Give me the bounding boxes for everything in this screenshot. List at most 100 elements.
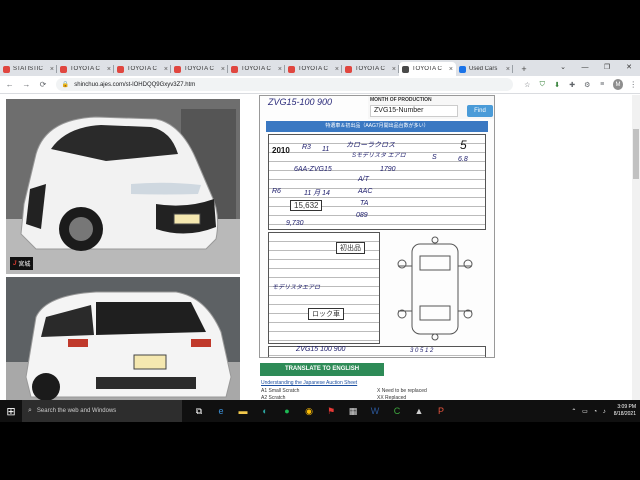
- sheet-ac: AAC: [358, 188, 373, 195]
- extensions-menu-icon[interactable]: ⚙: [581, 78, 594, 91]
- tab-close-icon[interactable]: ×: [50, 66, 54, 73]
- page-scrollbar[interactable]: [632, 95, 640, 422]
- tab-close-icon[interactable]: ×: [221, 66, 225, 73]
- photos-icon[interactable]: ▲: [408, 400, 430, 422]
- tab-close-icon[interactable]: ×: [164, 66, 168, 73]
- tab-favicon-icon: [288, 65, 295, 73]
- tab-label: Used Cars: [469, 66, 498, 72]
- tab-label: TOYOTA C: [127, 66, 157, 72]
- sheet-model: カローラクロス: [346, 142, 395, 149]
- tabs: STATISTIC × TOYOTA C × TOYOTA C × TOYOTA C × TOY…: [0, 60, 513, 76]
- powerpoint-icon[interactable]: P: [430, 400, 452, 422]
- browser-tab[interactable]: TOYOTA C ×: [57, 62, 114, 76]
- browser-tab[interactable]: TOYOTA C ×: [342, 62, 399, 76]
- browser-tab[interactable]: TOYOTA C ×: [171, 62, 228, 76]
- edge-chromium-icon[interactable]: ◐: [254, 400, 276, 422]
- address-bar[interactable]: 🔒 shinchuo.ajes.com/st-lOHDQQ9Gxyv3Z7.ht…: [55, 78, 513, 91]
- sheet-chassis-small: TA: [360, 200, 369, 207]
- reload-button[interactable]: ⟳: [36, 78, 50, 92]
- chrome-icon[interactable]: ◉: [298, 400, 320, 422]
- back-button[interactable]: ←: [3, 78, 17, 92]
- legend-a1: A1 Small Scratch: [261, 388, 300, 394]
- auction-sheet[interactable]: ZVG15-100 900 MONTH OF PRODUCTION ZVG15-…: [259, 95, 495, 358]
- tray-icons[interactable]: ⌃ ▭ ◔ ♪: [571, 408, 607, 415]
- minimize-button[interactable]: —: [574, 60, 596, 76]
- sheet-score: 5: [460, 138, 467, 152]
- puzzle-extension-icon[interactable]: ✚: [566, 78, 579, 91]
- sheet-recycle: 9,730: [286, 220, 304, 227]
- chrome-menu-icon[interactable]: ⋮: [626, 78, 640, 92]
- sheet-lock-stamp: ロック車: [308, 308, 344, 320]
- lock-icon: 🔒: [61, 82, 70, 88]
- edge-icon[interactable]: e: [210, 400, 232, 422]
- bookmark-star-icon[interactable]: ☆: [521, 78, 534, 91]
- tab-close-icon[interactable]: ×: [506, 66, 510, 73]
- chassis-number-handwritten: ZVG15-100 900: [268, 97, 333, 107]
- car-photo-rear[interactable]: [6, 277, 240, 402]
- windows-start-icon[interactable]: ⊞: [0, 400, 22, 422]
- legend-link[interactable]: Understanding the Japanese Auction Sheet: [261, 380, 357, 386]
- tab-label: TOYOTA C: [184, 66, 214, 72]
- browser-tab[interactable]: TOYOTA C ×: [399, 62, 456, 76]
- sheet-code: 6AA-ZVG15: [294, 166, 332, 173]
- tab-label: STATISTIC: [13, 66, 43, 72]
- translate-button[interactable]: TRANSLATE TO ENGLISH: [260, 363, 384, 376]
- media-icon[interactable]: ≡: [596, 78, 609, 91]
- browser-window: STATISTIC × TOYOTA C × TOYOTA C × TOYOTA C × TOY…: [0, 60, 640, 422]
- browser-tab[interactable]: TOYOTA C ×: [228, 62, 285, 76]
- clock[interactable]: 3:09 PM 8/18/2021: [614, 404, 636, 418]
- calculator-icon[interactable]: ▦: [342, 400, 364, 422]
- tab-close-icon[interactable]: ×: [278, 66, 282, 73]
- tab-favicon-icon: [345, 65, 352, 73]
- car-front-drawing: [6, 99, 240, 274]
- task-view-icon[interactable]: ⧉: [188, 400, 210, 422]
- production-input[interactable]: ZVG15-Number: [370, 105, 458, 117]
- new-tab-button[interactable]: +: [517, 62, 531, 76]
- tab-close-icon[interactable]: ×: [392, 66, 396, 73]
- tab-favicon-icon: [174, 65, 181, 73]
- browser-tab[interactable]: TOYOTA C ×: [285, 62, 342, 76]
- tab-close-icon[interactable]: ×: [449, 66, 453, 73]
- dealer-logo-text: 宮城: [18, 262, 31, 268]
- browser-toolbar: ← → ⟳ 🔒 shinchuo.ajes.com/st-lOHDQQ9Gxyv…: [0, 76, 640, 94]
- browser-tab[interactable]: TOYOTA C ×: [114, 62, 171, 76]
- production-label: MONTH OF PRODUCTION: [370, 97, 432, 103]
- shield-extension-icon[interactable]: ⛉: [536, 78, 549, 91]
- close-window-button[interactable]: ✕: [618, 60, 640, 76]
- car-rear-drawing: [6, 277, 240, 402]
- tab-label: TOYOTA C: [241, 66, 271, 72]
- taskbar-search[interactable]: ⌕ Search the web and Windows: [22, 400, 182, 422]
- forward-button[interactable]: →: [20, 78, 34, 92]
- tab-search-icon[interactable]: ⌄: [552, 60, 574, 76]
- spotify-icon[interactable]: ●: [276, 400, 298, 422]
- tab-favicon-icon: [3, 65, 10, 73]
- dealer-logo-mark: J: [13, 260, 17, 267]
- acrobat-icon[interactable]: ⚑: [320, 400, 342, 422]
- find-button[interactable]: Find: [467, 105, 493, 117]
- sheet-banner: 特選車＆初出品（AAG7月開出品台数が多い）: [266, 121, 488, 132]
- taskbar-search-text: Search the web and Windows: [36, 408, 117, 414]
- sheet-code-trailing: 1790: [380, 166, 396, 173]
- download-extension-icon[interactable]: ⬇: [551, 78, 564, 91]
- production-lookup: MONTH OF PRODUCTION ZVG15-Number Find: [368, 96, 494, 119]
- url-text: shinchuo.ajes.com/st-lOHDQQ9Gxyv3Z7.htm: [74, 81, 196, 88]
- tab-close-icon[interactable]: ×: [107, 66, 111, 73]
- tab-favicon-icon: [459, 65, 466, 73]
- file-explorer-icon[interactable]: ▬: [232, 400, 254, 422]
- browser-tab[interactable]: STATISTIC ×: [0, 62, 57, 76]
- sheet-bottom-chassis: ZVG15 100 900: [296, 346, 346, 353]
- sheet-color-code: 089: [356, 212, 368, 219]
- camtasia-icon[interactable]: C: [386, 400, 408, 422]
- tab-close-icon[interactable]: ×: [335, 66, 339, 73]
- tab-favicon-icon: [60, 65, 67, 73]
- system-tray: ⌃ ▭ ◔ ♪ 3:09 PM 8/18/2021: [571, 400, 636, 422]
- clock-date: 8/18/2021: [613, 411, 636, 417]
- word-icon[interactable]: W: [364, 400, 386, 422]
- profile-avatar[interactable]: M: [612, 79, 624, 90]
- car-photo-front[interactable]: J 宮城: [6, 99, 240, 274]
- web-page: J 宮城 ZVG15-100 900 MONTH OF PRODUCTION Z…: [0, 95, 640, 422]
- scrollbar-thumb[interactable]: [633, 129, 639, 179]
- tab-label: TOYOTA C: [412, 66, 442, 72]
- maximize-button[interactable]: ❐: [596, 60, 618, 76]
- browser-tab[interactable]: Used Cars ×: [456, 62, 513, 76]
